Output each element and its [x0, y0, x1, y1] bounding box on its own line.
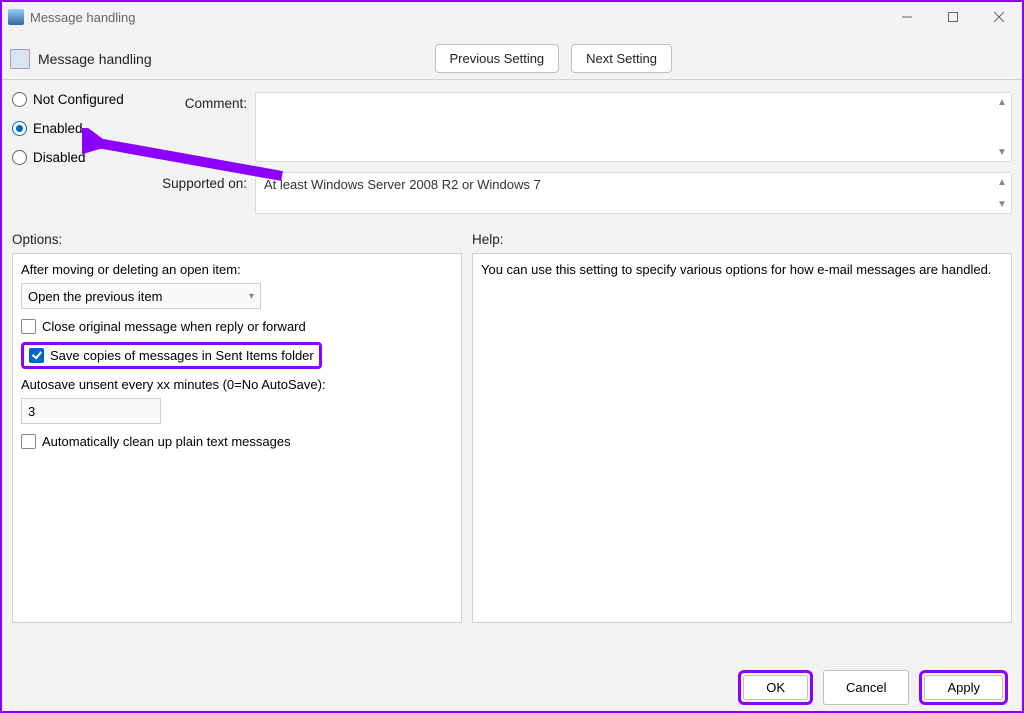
after-move-label: After moving or deleting an open item: [21, 262, 453, 277]
scroll-up-icon[interactable]: ▲ [995, 95, 1009, 109]
scroll-up-icon[interactable]: ▲ [995, 175, 1009, 189]
save-copies-highlight: Save copies of messages in Sent Items fo… [21, 342, 322, 369]
close-original-checkbox[interactable]: Close original message when reply or for… [21, 319, 453, 334]
app-icon [8, 9, 24, 25]
panels: After moving or deleting an open item: O… [2, 253, 1022, 623]
previous-setting-button[interactable]: Previous Setting [435, 44, 560, 73]
apply-button[interactable]: Apply [924, 675, 1003, 700]
autosave-value: 3 [28, 404, 35, 419]
window-title: Message handling [30, 10, 136, 25]
radio-icon [12, 92, 27, 107]
section-labels: Options: Help: [2, 228, 1022, 253]
radio-label: Not Configured [33, 92, 124, 107]
checkbox-label: Save copies of messages in Sent Items fo… [50, 348, 314, 363]
supported-on-label: Supported on: [152, 172, 247, 191]
comment-textarea[interactable]: ▲ ▼ [255, 92, 1012, 162]
ok-highlight: OK [738, 670, 813, 705]
policy-icon [10, 49, 30, 69]
radio-label: Enabled [33, 121, 83, 136]
checkbox-label: Close original message when reply or for… [42, 319, 306, 334]
title-bar: Message handling [2, 2, 1022, 32]
page-title: Message handling [38, 51, 152, 67]
ok-button[interactable]: OK [743, 675, 808, 700]
maximize-button[interactable] [930, 2, 976, 32]
radio-disabled[interactable]: Disabled [12, 150, 142, 165]
help-section-label: Help: [472, 232, 504, 247]
scroll-down-icon[interactable]: ▼ [995, 145, 1009, 159]
after-move-select[interactable]: Open the previous item ▾ [21, 283, 261, 309]
cancel-button[interactable]: Cancel [823, 670, 909, 705]
next-setting-button[interactable]: Next Setting [571, 44, 672, 73]
minimize-button[interactable] [884, 2, 930, 32]
header-row: Message handling Previous Setting Next S… [2, 32, 1022, 80]
supported-on-box: At least Windows Server 2008 R2 or Windo… [255, 172, 1012, 214]
supported-on-value: At least Windows Server 2008 R2 or Windo… [256, 173, 1011, 196]
chevron-down-icon: ▾ [249, 291, 254, 302]
save-copies-checkbox[interactable] [29, 348, 44, 363]
after-move-value: Open the previous item [28, 289, 162, 304]
radio-label: Disabled [33, 150, 86, 165]
close-button[interactable] [976, 2, 1022, 32]
radio-enabled[interactable]: Enabled [12, 121, 142, 136]
checkbox-label: Automatically clean up plain text messag… [42, 434, 291, 449]
auto-cleanup-checkbox[interactable]: Automatically clean up plain text messag… [21, 434, 453, 449]
footer-buttons: OK Cancel Apply [738, 670, 1008, 705]
help-panel: You can use this setting to specify vari… [472, 253, 1012, 623]
apply-highlight: Apply [919, 670, 1008, 705]
radio-icon [12, 150, 27, 165]
autosave-spinner[interactable]: 3 [21, 398, 161, 424]
autosave-label: Autosave unsent every xx minutes (0=No A… [21, 377, 453, 392]
checkbox-icon [21, 319, 36, 334]
comment-value [256, 93, 1011, 101]
comment-label: Comment: [152, 92, 247, 111]
configuration-area: Not Configured Enabled Disabled Comment:… [2, 80, 1022, 228]
checkbox-icon [21, 434, 36, 449]
options-panel: After moving or deleting an open item: O… [12, 253, 462, 623]
window-controls [884, 2, 1022, 32]
help-text: You can use this setting to specify vari… [481, 262, 1003, 277]
radio-not-configured[interactable]: Not Configured [12, 92, 142, 107]
radio-icon [12, 121, 27, 136]
scroll-down-icon[interactable]: ▼ [995, 197, 1009, 211]
state-radio-group: Not Configured Enabled Disabled [12, 92, 142, 224]
options-section-label: Options: [12, 232, 462, 247]
